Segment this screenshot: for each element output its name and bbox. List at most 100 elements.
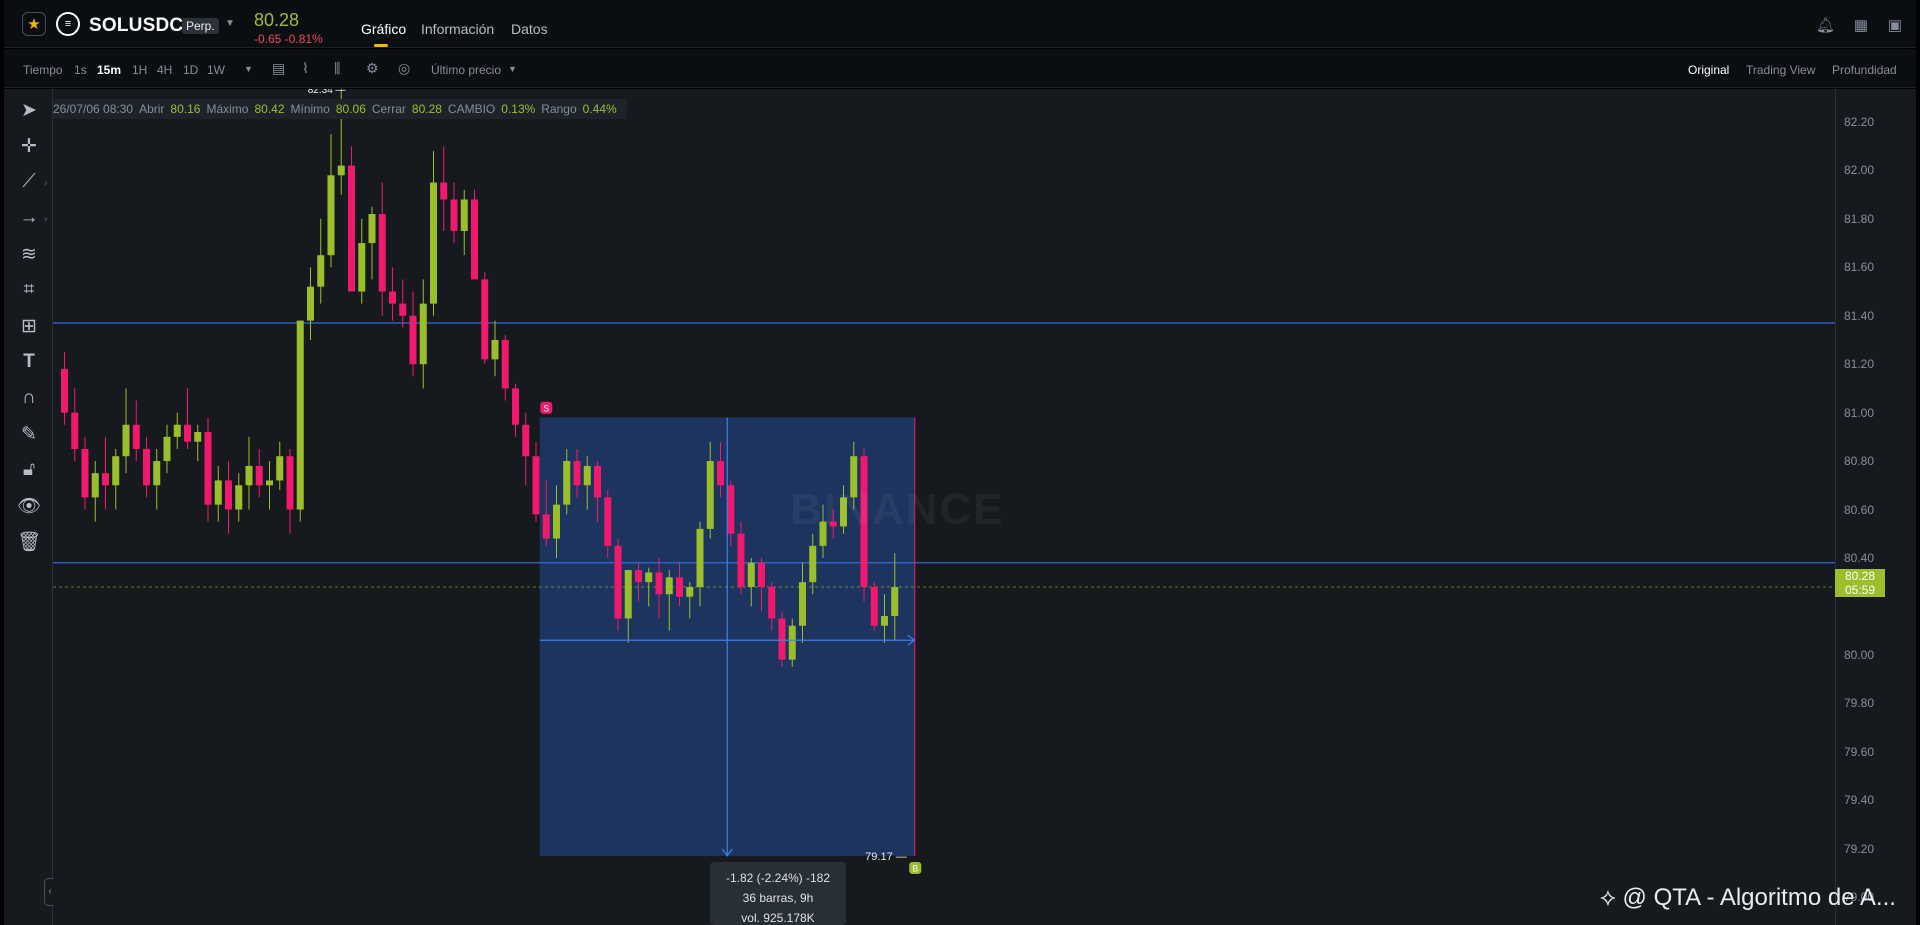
candle-body [522,424,530,457]
interval-1h[interactable]: 1H [132,63,147,77]
drawing-tools-sidebar: ➤ ✛ ⟋ › → › ≋ ⌗ ⊞ T ∩ ✎ 🔓︎ 👁︎ 🗑︎ [4,89,53,925]
symbol-name[interactable]: SOLUSDC [89,15,183,37]
interval-1d[interactable]: 1D [183,63,198,77]
bell-icon[interactable]: 🔔︎ [1816,16,1835,34]
lock-icon[interactable]: 🔓︎ [16,457,42,483]
tab-informacion[interactable]: Información [421,21,494,37]
legend-datetime: 26/07/06 08:30 [53,102,134,116]
candle-body [286,456,294,510]
interval-1w[interactable]: 1W [207,63,225,77]
candle-body [61,369,68,413]
candle-body [102,473,109,486]
candle-body [245,465,253,486]
candle-body [71,412,79,449]
logo-icon: ⟡ [1600,884,1616,911]
price-tick: 80.00 [1844,647,1875,662]
magnet-icon[interactable]: ∩ [16,385,42,411]
price-tick: 80.40 [1844,550,1875,565]
candle-body [430,182,437,304]
interval-1s[interactable]: 1s [74,63,87,77]
credit-label: @ QTA - Algoritmo de A... [1622,884,1896,911]
candle-body [184,424,191,442]
candle-body [296,320,304,510]
target-icon[interactable]: ◎ [398,60,410,77]
fullscreen-exit-icon[interactable] [1884,16,1902,34]
legend-low: 80.06 [335,102,366,116]
measure-icon[interactable]: ⊞ [16,313,42,339]
pencil-icon[interactable]: ✎ [16,421,42,447]
shapes-icon[interactable]: ⌗ [16,277,42,303]
layout-grid-icon[interactable]: ▦ [1852,16,1870,34]
last-price: 80.28 [254,10,300,30]
price-tick: 79.60 [1844,744,1875,759]
candle-body [645,572,653,583]
candle-body [255,465,263,486]
candle-body [132,424,140,449]
legend-close: 80.28 [411,102,442,116]
chevron-right-icon[interactable]: › [44,214,47,225]
favorite-star-icon[interactable]: ★ [22,12,46,36]
candle-body [276,456,284,481]
interval-dropdown-icon[interactable]: ▼ [244,64,253,74]
candle-body [173,424,181,437]
candle-body [553,504,560,539]
candle-body [471,199,478,280]
candle-body [768,587,776,619]
cursor-icon[interactable]: ➤ [16,97,42,123]
price-tick: 81.00 [1844,405,1875,420]
eye-icon[interactable]: 👁︎ [16,493,42,519]
tab-grafico[interactable]: Gráfico [361,21,406,37]
view-profundidad[interactable]: Profundidad [1832,63,1897,77]
legend-change-label: CAMBIO [447,102,496,116]
candle-body [460,199,468,231]
ohlc-legend: 26/07/06 08:30 Abrir 80.16 Máximo 80.42 … [53,99,627,119]
view-original[interactable]: Original [1688,63,1729,77]
measure-volume: vol. 925.178K [741,911,815,925]
view-trading-view[interactable]: Trading View [1746,63,1815,77]
symbol-dropdown-icon[interactable]: ▼ [225,18,235,29]
candle-body [368,214,376,244]
price-type-dropdown-icon[interactable]: ▼ [508,64,517,74]
fibonacci-icon[interactable]: ≋ [16,241,42,267]
candle-body [419,303,427,365]
candle-body [348,165,355,292]
price-tick: 82.20 [1844,115,1875,129]
price-axis[interactable]: 82.20 82.00 81.80 81.60 81.40 81.20 81.00 80.80… [1835,89,1916,925]
candle-body [214,480,222,505]
price-tick: 80.80 [1844,454,1875,469]
candle-body [573,461,581,486]
trade-marker-label: B [912,863,918,873]
arrow-tool-icon[interactable]: → [16,205,42,231]
header: ★ ≡ SOLUSDC Perp. ▼ 80.28 -0.65 -0.81% G… [4,0,1916,48]
candle-body [317,255,325,287]
tab-datos[interactable]: Datos [511,21,548,37]
price-type-select[interactable]: Último precio [431,63,501,77]
candle-body [809,545,817,583]
price-tick: 79.20 [1844,841,1875,856]
candle-body [717,461,724,486]
interval-15m[interactable]: 15m [97,63,121,77]
indicator-icon[interactable]: ⌇ [302,60,309,77]
chart-type-icon[interactable]: ⫼ [334,60,340,77]
candle-body [399,303,407,316]
settings-icon[interactable]: ⚙ [366,60,379,77]
interval-4h[interactable]: 4H [157,63,172,77]
text-tool-icon[interactable]: T [16,349,42,375]
chevron-right-icon[interactable]: › [44,178,47,189]
candle-body [563,461,571,505]
legend-high-label: Máximo [206,102,249,116]
trash-icon[interactable]: 🗑︎ [16,529,42,555]
solana-coin-icon: ≡ [56,12,80,36]
price-tick: 80.60 [1844,502,1875,517]
current-price-tag: 80.28 05:59 [1835,569,1885,597]
candle-body [788,625,796,660]
calendar-icon[interactable]: ▤ [272,60,285,77]
candle-body [870,587,878,626]
candle-body [583,465,591,486]
candle-countdown: 05:59 [1844,583,1876,597]
candle-body [225,480,232,510]
crosshair-icon[interactable]: ✛ [16,133,42,159]
legend-open-label: Abrir [139,102,165,116]
perp-badge: Perp. [182,18,219,34]
trend-line-icon[interactable]: ⟋ [16,169,42,195]
